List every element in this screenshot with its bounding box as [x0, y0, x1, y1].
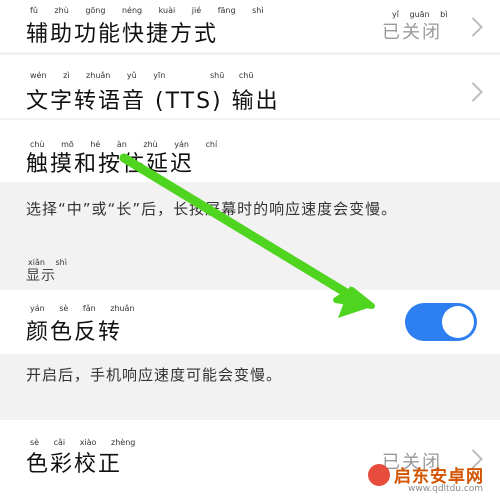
section-header-display: 显示	[26, 268, 56, 284]
watermark-logo-icon	[368, 463, 390, 486]
color-inversion-toggle[interactable]	[405, 303, 477, 341]
status-value: 已关闭	[382, 22, 442, 43]
row-tts-output[interactable]: wén zì zhuǎn yǔ yīn shū chū 文字转语音 (TTS) …	[0, 55, 500, 118]
pinyin-annotation: wén zì zhuǎn yǔ yīn	[30, 71, 166, 80]
row-label: 触摸和按住延迟	[26, 152, 195, 177]
row-label: 颜色反转	[26, 320, 123, 345]
pinyin-annotation: yán sè fǎn zhuǎn	[30, 304, 135, 313]
chevron-right-icon	[463, 82, 483, 102]
row-label: 辅助功能快捷方式	[26, 22, 219, 47]
row-accessibility-shortcut[interactable]: fǔ zhù gōng néng kuài jié fāng shì 辅助功能快…	[0, 0, 500, 52]
touch-delay-description: 选择“中”或“长”后，长按屏幕时的响应速度会变慢。	[26, 200, 398, 218]
pinyin-annotation: shū chū	[210, 71, 254, 80]
toggle-knob	[442, 306, 474, 338]
watermark: 启东安卓网 www.qdltdu.com	[368, 462, 484, 494]
row-label: 色彩校正	[26, 452, 123, 477]
chevron-right-icon	[463, 17, 483, 37]
row-label: 文字转语音 (TTS) 输出	[26, 89, 280, 114]
pinyin-annotation: fǔ zhù gōng néng kuài jié fāng shì	[30, 6, 264, 15]
watermark-site: www.qdltdu.com	[408, 484, 484, 494]
color-inversion-description: 开启后，手机响应速度可能会变慢。	[26, 366, 283, 384]
row-touch-hold-delay[interactable]: chù mō hé àn zhù yán chí 触摸和按住延迟	[0, 120, 500, 182]
